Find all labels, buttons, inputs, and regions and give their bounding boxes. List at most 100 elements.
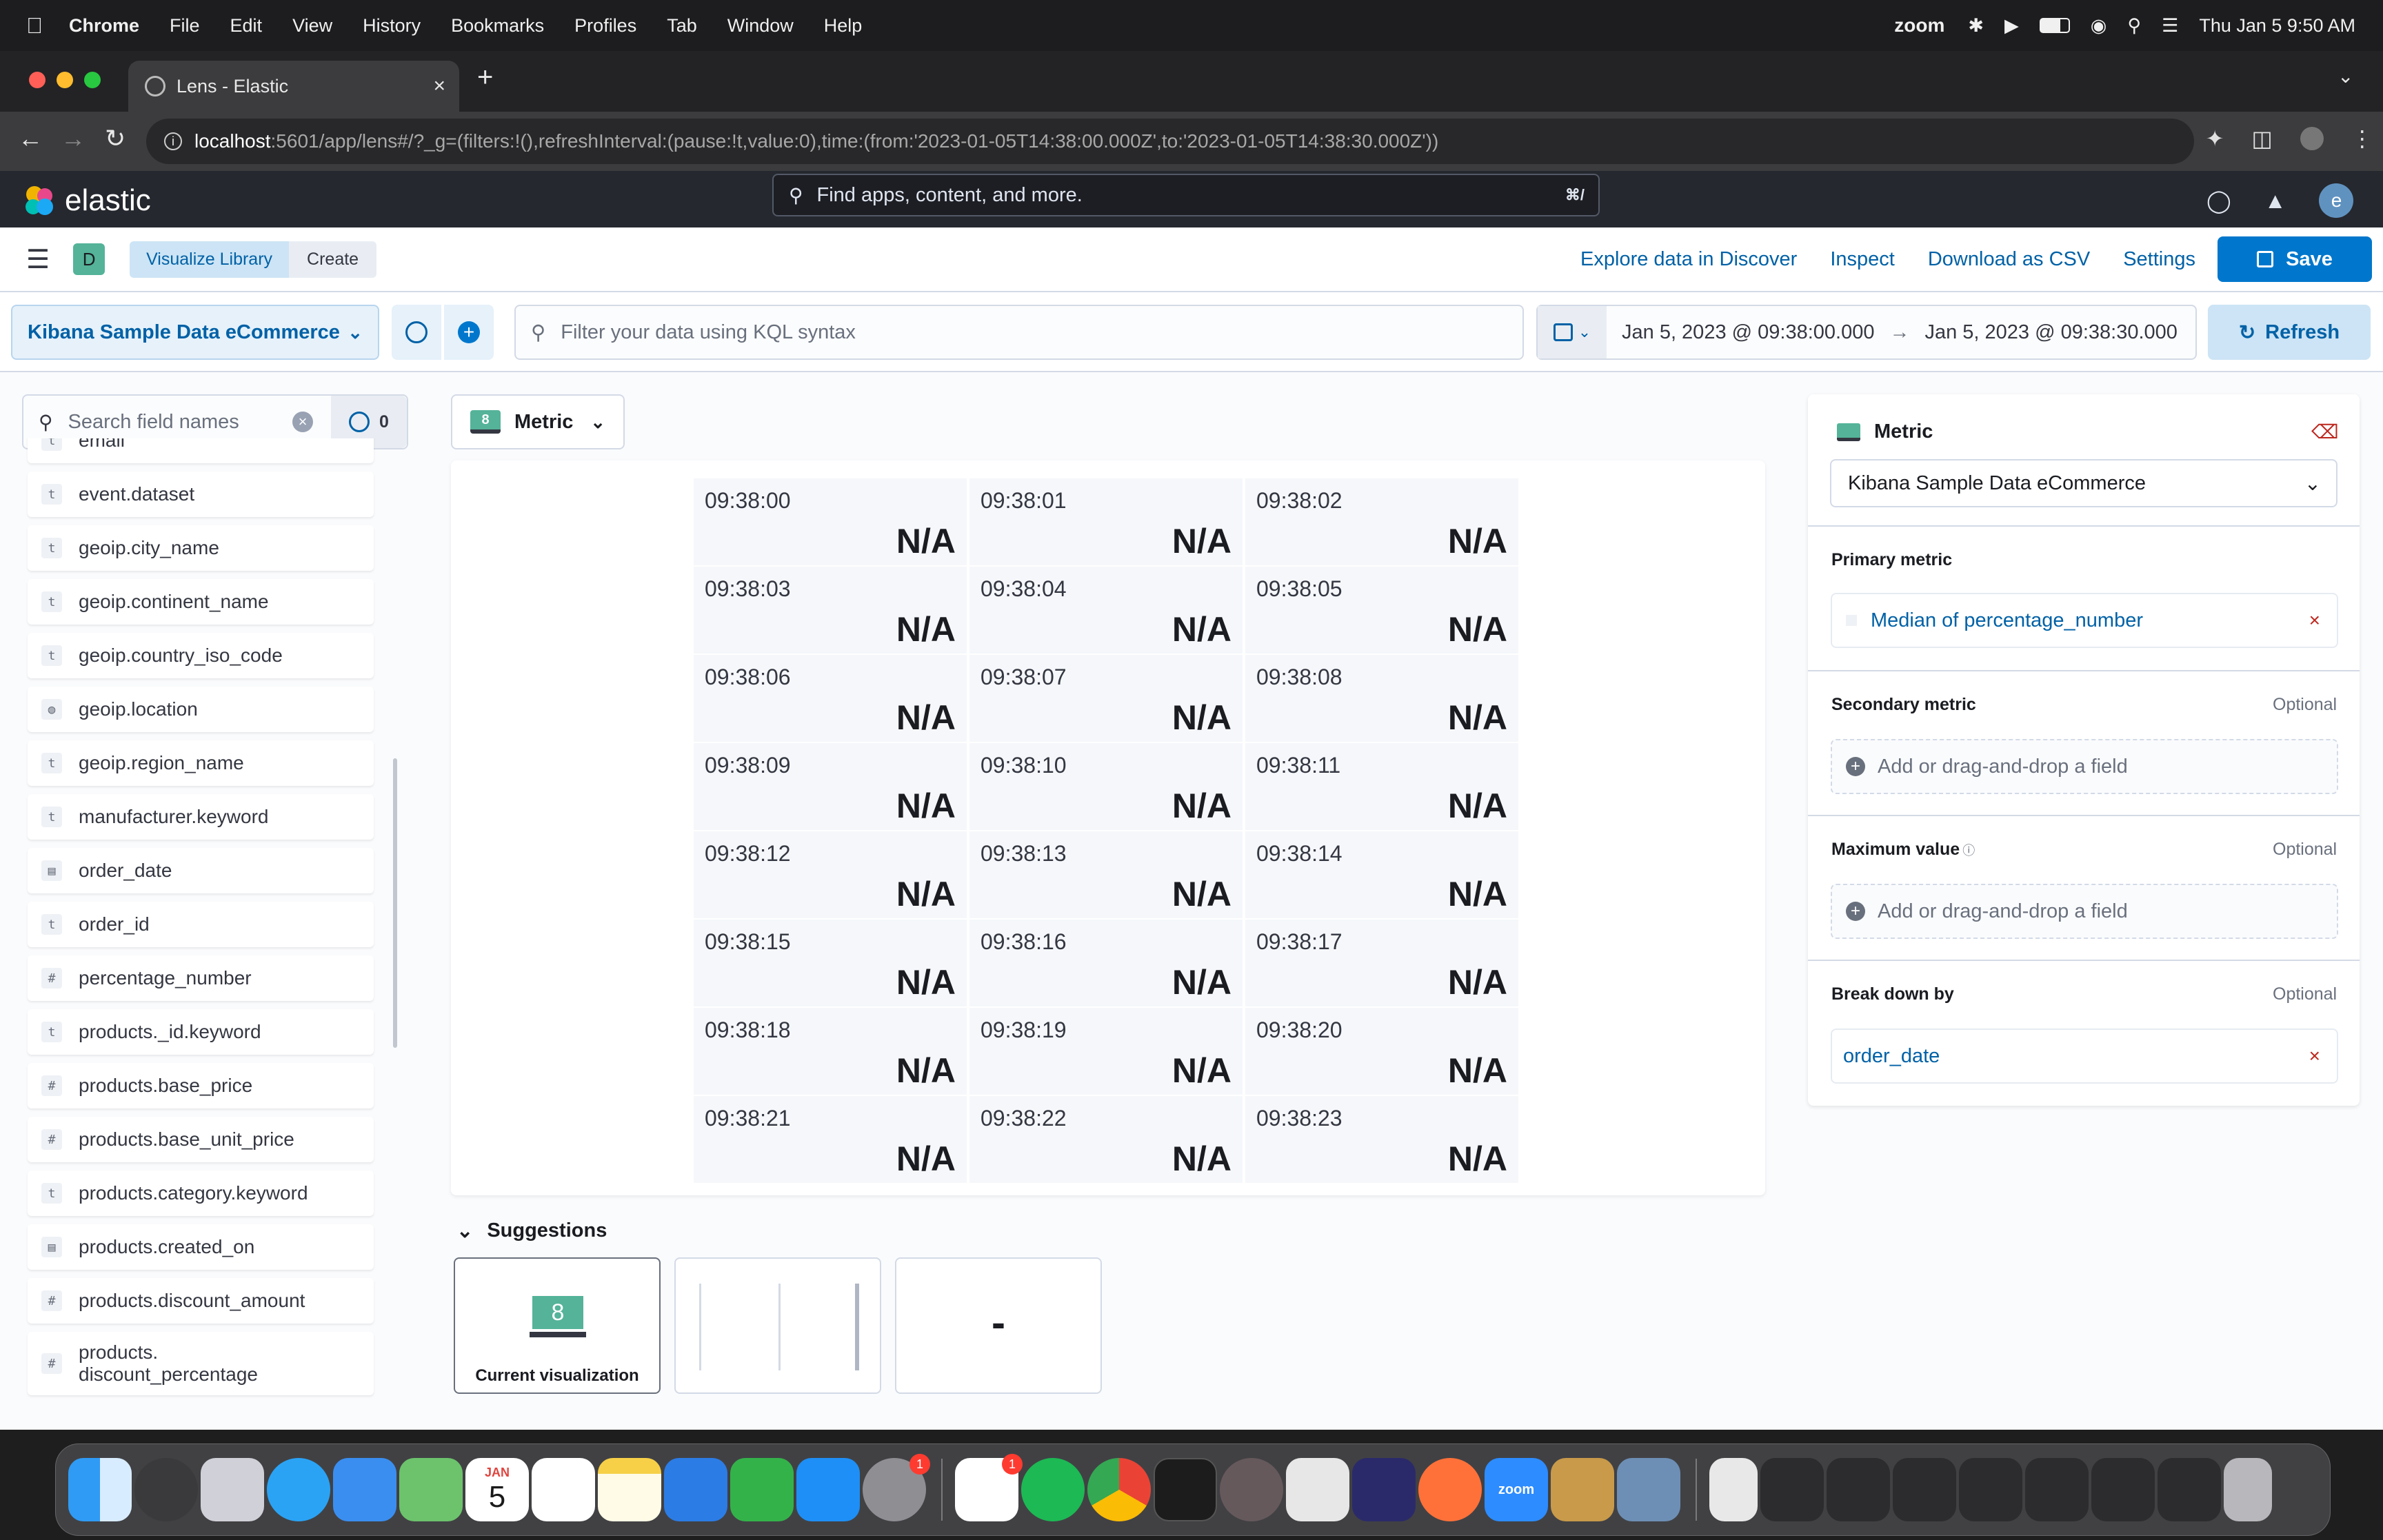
field-item[interactable]: # products.base_unit_price	[28, 1117, 374, 1162]
minimized-window-4[interactable]	[1959, 1458, 2022, 1521]
field-item[interactable]: t email	[28, 438, 374, 463]
slack-icon[interactable]: 1	[955, 1454, 1023, 1521]
primary-metric-dimension[interactable]: Median of percentage_number ×	[1831, 593, 2338, 648]
minimize-window-button[interactable]	[57, 72, 73, 88]
breadcrumb-visualize-library[interactable]: Visualize Library	[130, 241, 290, 278]
firefox-icon[interactable]	[1418, 1458, 1482, 1521]
field-list-scrollbar[interactable]	[393, 758, 397, 1048]
field-item[interactable]: # products.discount_amount	[28, 1278, 374, 1324]
address-bar[interactable]: i localhost :5601/app/lens#/?_g=(filters…	[146, 119, 2194, 164]
menu-view[interactable]: View	[292, 15, 332, 37]
numbers-icon[interactable]	[730, 1458, 794, 1521]
time-to[interactable]: Jan 5, 2023 @ 09:38:30.000	[1924, 321, 2177, 344]
clear-search-icon[interactable]: ×	[292, 412, 313, 432]
global-search[interactable]: ⚲ Find apps, content, and more. ⌘/	[772, 174, 1600, 216]
field-item[interactable]: t geoip.region_name	[28, 740, 374, 786]
time-from[interactable]: Jan 5, 2023 @ 09:38:00.000	[1622, 321, 1874, 344]
site-info-icon[interactable]: i	[164, 132, 182, 150]
tab-close-icon[interactable]: ×	[433, 74, 445, 98]
notes-icon[interactable]	[598, 1458, 661, 1521]
field-item[interactable]: t event.dataset	[28, 472, 374, 517]
news-feed-icon[interactable]: ▲	[2264, 188, 2286, 214]
minimized-window-1[interactable]	[1760, 1458, 1824, 1521]
field-item[interactable]: ▤ products.created_on	[28, 1224, 374, 1270]
mission-control-icon[interactable]	[134, 1458, 198, 1521]
field-item[interactable]: t geoip.country_iso_code	[28, 633, 374, 678]
zoom-app-icon[interactable]: zoom	[1485, 1458, 1548, 1521]
menu-edit[interactable]: Edit	[230, 15, 263, 37]
menu-app-name[interactable]: Chrome	[69, 15, 139, 37]
user-avatar[interactable]: e	[2319, 183, 2354, 218]
keynote-icon[interactable]	[664, 1458, 727, 1521]
field-item[interactable]: t manufacturer.keyword	[28, 794, 374, 840]
launchpad-icon[interactable]	[201, 1458, 264, 1521]
menu-history[interactable]: History	[363, 15, 421, 37]
tab-search-chevron-icon[interactable]: ⌄	[2337, 65, 2353, 88]
close-window-button[interactable]	[29, 72, 46, 88]
wifi-icon[interactable]: ◉	[2091, 15, 2107, 37]
dataview-picker[interactable]: Kibana Sample Data eCommerce ⌄	[11, 305, 379, 360]
field-item[interactable]: ▤ order_date	[28, 848, 374, 893]
extensions-icon[interactable]: ✦	[2206, 125, 2224, 152]
menubar-clock[interactable]: Thu Jan 5 9:50 AM	[2199, 15, 2355, 37]
chrome-icon[interactable]	[1087, 1458, 1151, 1521]
atom-icon[interactable]	[1220, 1458, 1283, 1521]
menu-file[interactable]: File	[170, 15, 200, 37]
finder-icon[interactable]	[68, 1458, 132, 1521]
mail-icon[interactable]	[333, 1458, 396, 1521]
breakdown-dimension[interactable]: order_date ×	[1831, 1029, 2338, 1084]
zoom-window-button[interactable]	[84, 72, 101, 88]
help-icon[interactable]: ◯	[2206, 188, 2231, 214]
preview-icon[interactable]	[1551, 1458, 1614, 1521]
bluetooth-icon[interactable]: ✱	[1968, 15, 1984, 37]
trash-icon[interactable]	[2224, 1458, 2272, 1521]
secondary-metric-dropzone[interactable]: + Add or drag-and-drop a field	[1831, 739, 2338, 794]
field-item[interactable]: ◍ geoip.location	[28, 687, 374, 732]
minimized-window-6[interactable]	[2091, 1458, 2155, 1521]
suggestions-toggle[interactable]: ⌄ Suggestions	[456, 1219, 607, 1243]
space-avatar[interactable]: D	[73, 243, 105, 275]
profile-avatar-icon[interactable]	[2300, 127, 2324, 150]
minimized-window-2[interactable]	[1827, 1458, 1890, 1521]
reload-icon[interactable]: ↻	[105, 124, 125, 153]
suggestion-metric-empty[interactable]: -	[895, 1257, 1102, 1394]
downloads-stack-icon[interactable]	[1709, 1458, 1758, 1521]
suggestion-table[interactable]	[674, 1257, 881, 1394]
refresh-button[interactable]: ↻ Refresh	[2208, 305, 2371, 360]
maps-icon[interactable]	[399, 1458, 463, 1521]
reminders-icon[interactable]	[532, 1458, 595, 1521]
spotify-icon[interactable]	[1021, 1458, 1085, 1521]
remove-dimension-icon[interactable]: ×	[2309, 1045, 2320, 1067]
forward-icon[interactable]: →	[61, 124, 86, 153]
minimized-window-3[interactable]	[1893, 1458, 1956, 1521]
download-csv-link[interactable]: Download as CSV	[1928, 248, 2090, 271]
tab-lens-elastic[interactable]: Lens - Elastic ×	[128, 61, 459, 112]
new-tab-button[interactable]: +	[477, 62, 493, 93]
app-store-icon[interactable]	[796, 1458, 860, 1521]
field-item[interactable]: t products.category.keyword	[28, 1171, 374, 1216]
field-item[interactable]: # products.base_price	[28, 1063, 374, 1108]
creative-app-icon[interactable]	[1286, 1458, 1349, 1521]
screenshot-icon[interactable]	[1617, 1458, 1680, 1521]
save-button[interactable]: Save	[2218, 236, 2372, 282]
menu-window[interactable]: Window	[727, 15, 794, 37]
calendar-icon[interactable]: JAN 5	[465, 1458, 529, 1521]
field-item[interactable]: t order_id	[28, 902, 374, 947]
menu-tab[interactable]: Tab	[667, 15, 697, 37]
hamburger-menu-icon[interactable]: ☰	[26, 244, 50, 275]
menu-help[interactable]: Help	[824, 15, 863, 37]
safari-icon[interactable]	[267, 1458, 330, 1521]
menu-bookmarks[interactable]: Bookmarks	[451, 15, 544, 37]
menu-profiles[interactable]: Profiles	[574, 15, 636, 37]
inspect-link[interactable]: Inspect	[1830, 248, 1895, 271]
play-icon[interactable]: ▶	[2004, 15, 2019, 37]
terminal-icon[interactable]	[1154, 1458, 1217, 1521]
zoom-status-icon[interactable]: zoom	[1894, 14, 1944, 37]
clear-layer-icon[interactable]: ⌫	[2311, 421, 2339, 443]
field-item[interactable]: # percentage_number	[28, 955, 374, 1001]
minimized-window-5[interactable]	[2025, 1458, 2089, 1521]
sidepanel-icon[interactable]: ◫	[2252, 125, 2273, 152]
field-item[interactable]: t geoip.continent_name	[28, 579, 374, 625]
layer-dataview-select[interactable]: Kibana Sample Data eCommerce ⌄	[1830, 459, 2337, 507]
back-icon[interactable]: ←	[18, 124, 43, 153]
